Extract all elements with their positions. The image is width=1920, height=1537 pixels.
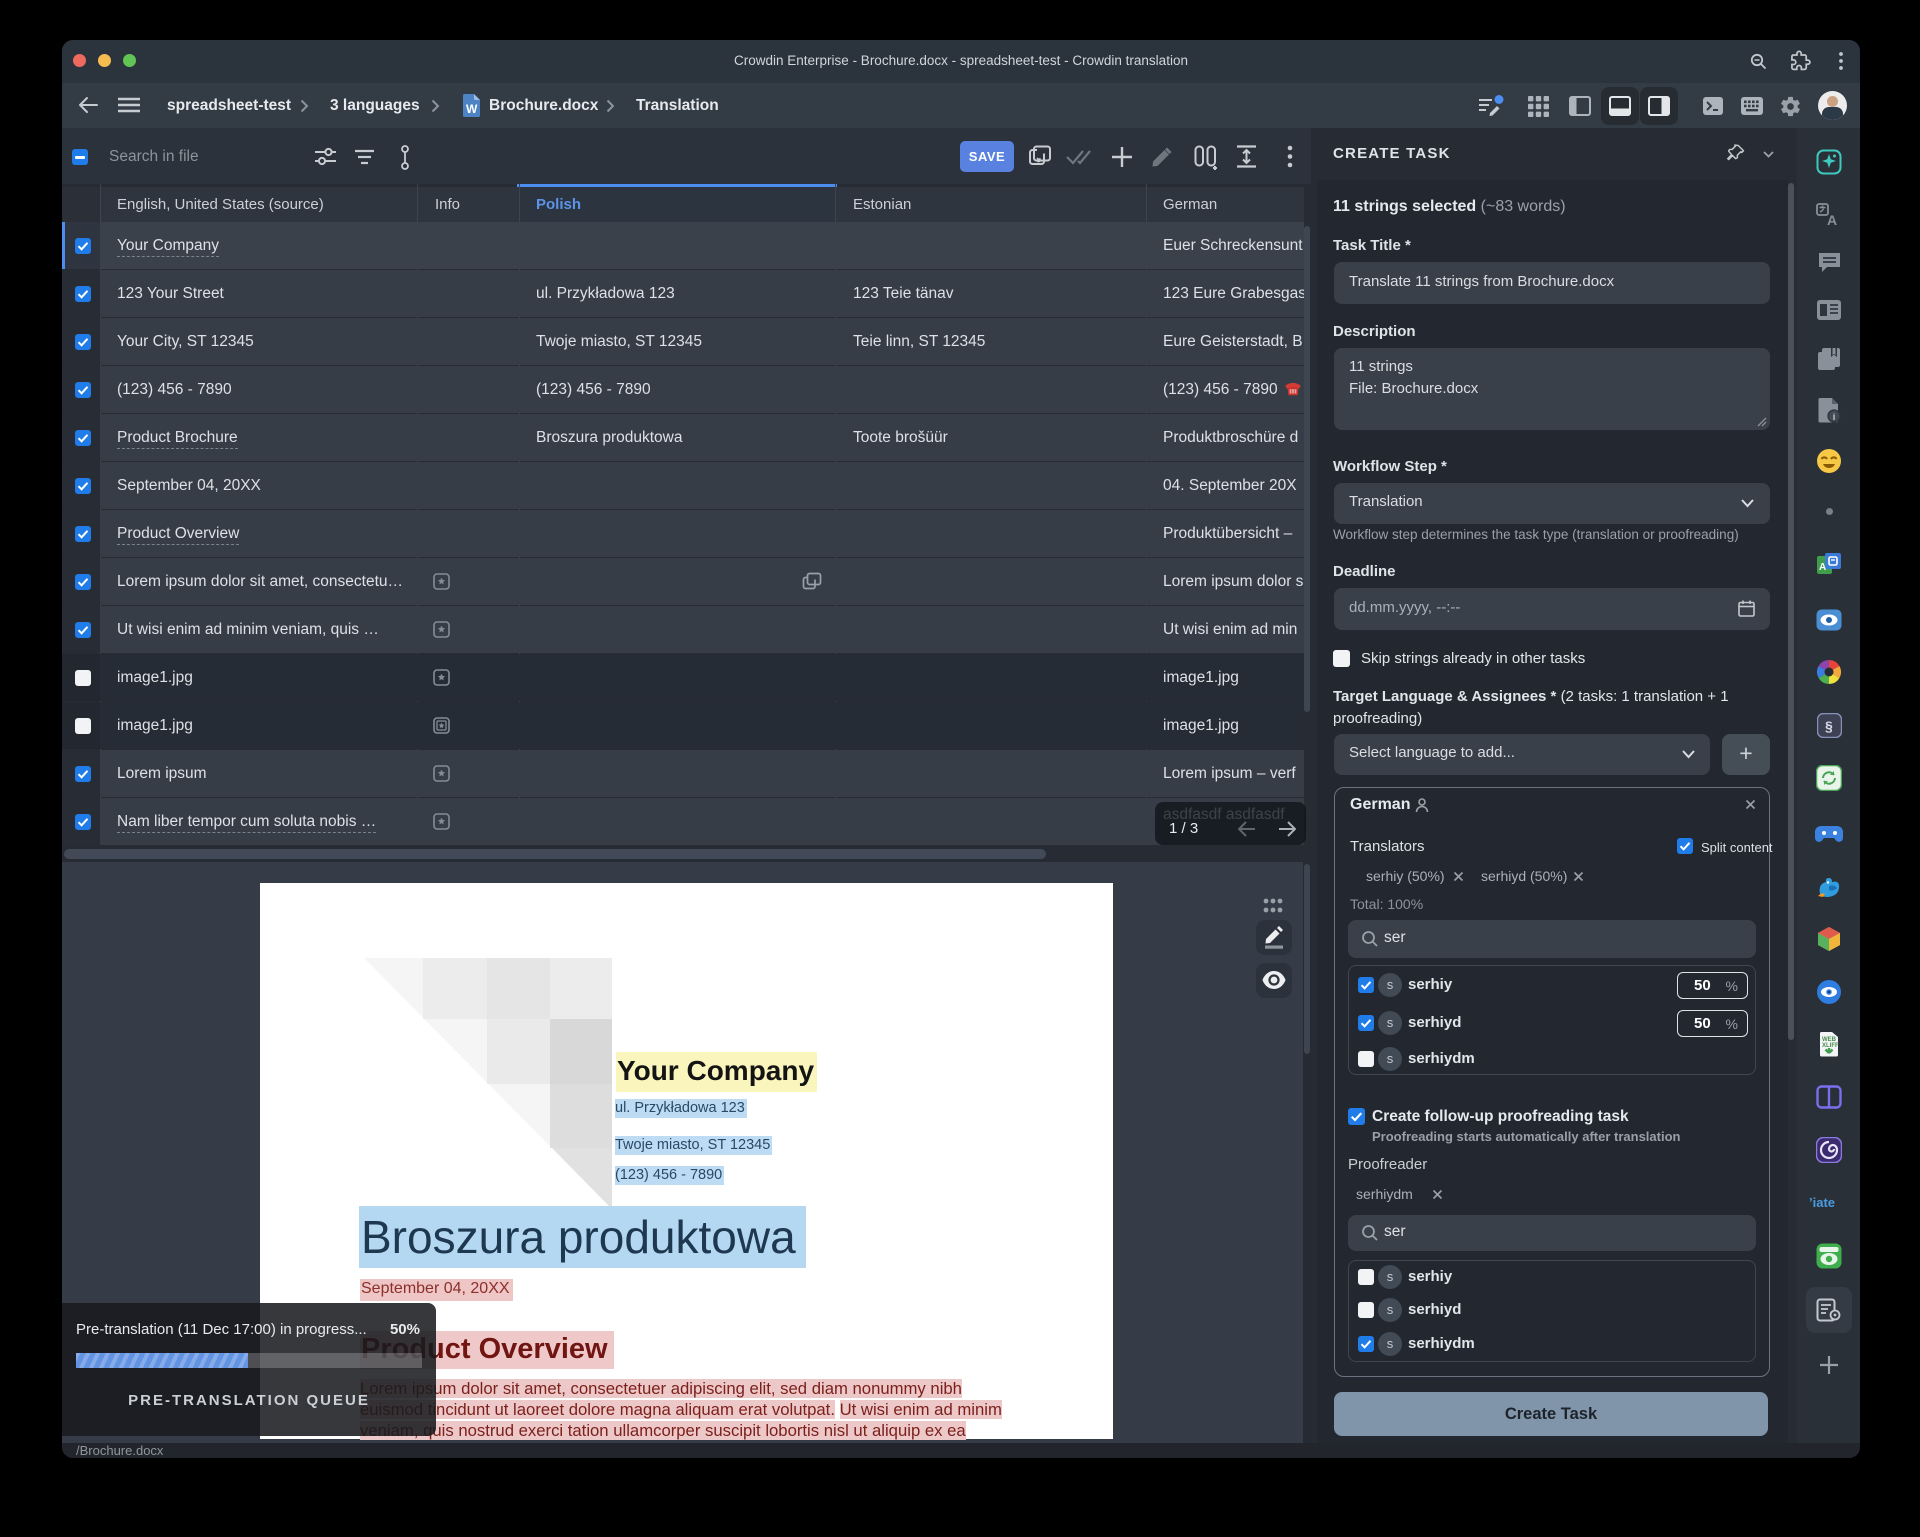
svg-text:A: A [1827,212,1837,226]
svg-text:A: A [1819,562,1826,573]
svg-text:XLIFF: XLIFF [1822,1043,1839,1049]
svg-text:W: W [466,102,478,116]
svg-text:§: § [1825,718,1833,734]
svg-text:i: i [1833,412,1836,422]
